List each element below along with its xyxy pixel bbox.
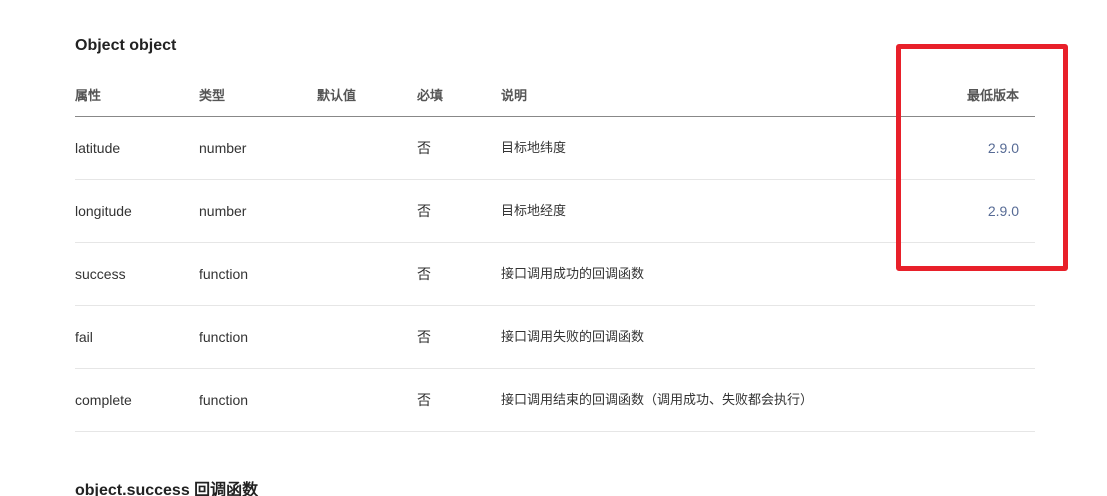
cell-type: function — [199, 329, 249, 345]
cell-name: success — [75, 266, 126, 282]
cell-type: number — [199, 140, 247, 156]
section-title-object: Object object — [75, 37, 177, 54]
cell-required: 否 — [417, 203, 431, 219]
table-row: fail function 否 接口调用失败的回调函数 — [75, 306, 1035, 369]
cell-type: function — [199, 392, 249, 408]
table-row: longitude number 否 目标地经度 2.9.0 — [75, 180, 1035, 243]
page: Object object 属性 类型 默认值 必填 说明 最低版本 latit… — [0, 0, 1107, 496]
cell-desc: 目标地经度 — [501, 203, 567, 218]
annotation-highlight-box — [896, 44, 1068, 271]
cell-name: latitude — [75, 140, 121, 156]
header-default: 默认值 — [317, 88, 357, 103]
params-table: 属性 类型 默认值 必填 说明 最低版本 latitude number 否 目… — [75, 72, 1035, 432]
cell-required: 否 — [417, 140, 431, 156]
cell-required: 否 — [417, 392, 431, 408]
header-desc: 说明 — [501, 88, 528, 103]
cell-name: complete — [75, 392, 132, 408]
cell-desc: 接口调用结束的回调函数（调用成功、失败都会执行） — [501, 392, 814, 407]
cell-name: longitude — [75, 203, 132, 219]
cell-desc: 目标地纬度 — [501, 140, 567, 155]
cell-desc: 接口调用成功的回调函数 — [501, 266, 645, 281]
cell-type: number — [199, 203, 247, 219]
cell-name: fail — [75, 329, 93, 345]
cell-required: 否 — [417, 329, 431, 345]
cell-type: function — [199, 266, 249, 282]
cell-desc: 接口调用失败的回调函数 — [501, 329, 645, 344]
table-row: latitude number 否 目标地纬度 2.9.0 — [75, 117, 1035, 180]
header-type: 类型 — [199, 88, 226, 103]
table-row: complete function 否 接口调用结束的回调函数（调用成功、失败都… — [75, 369, 1035, 432]
table-header: 属性 类型 默认值 必填 说明 最低版本 — [75, 72, 1035, 117]
cell-required: 否 — [417, 266, 431, 282]
table-row: success function 否 接口调用成功的回调函数 — [75, 243, 1035, 306]
section-title-success-callback: object.success 回调函数 — [75, 482, 259, 496]
header-required: 必填 — [417, 88, 444, 103]
header-name: 属性 — [75, 88, 102, 103]
